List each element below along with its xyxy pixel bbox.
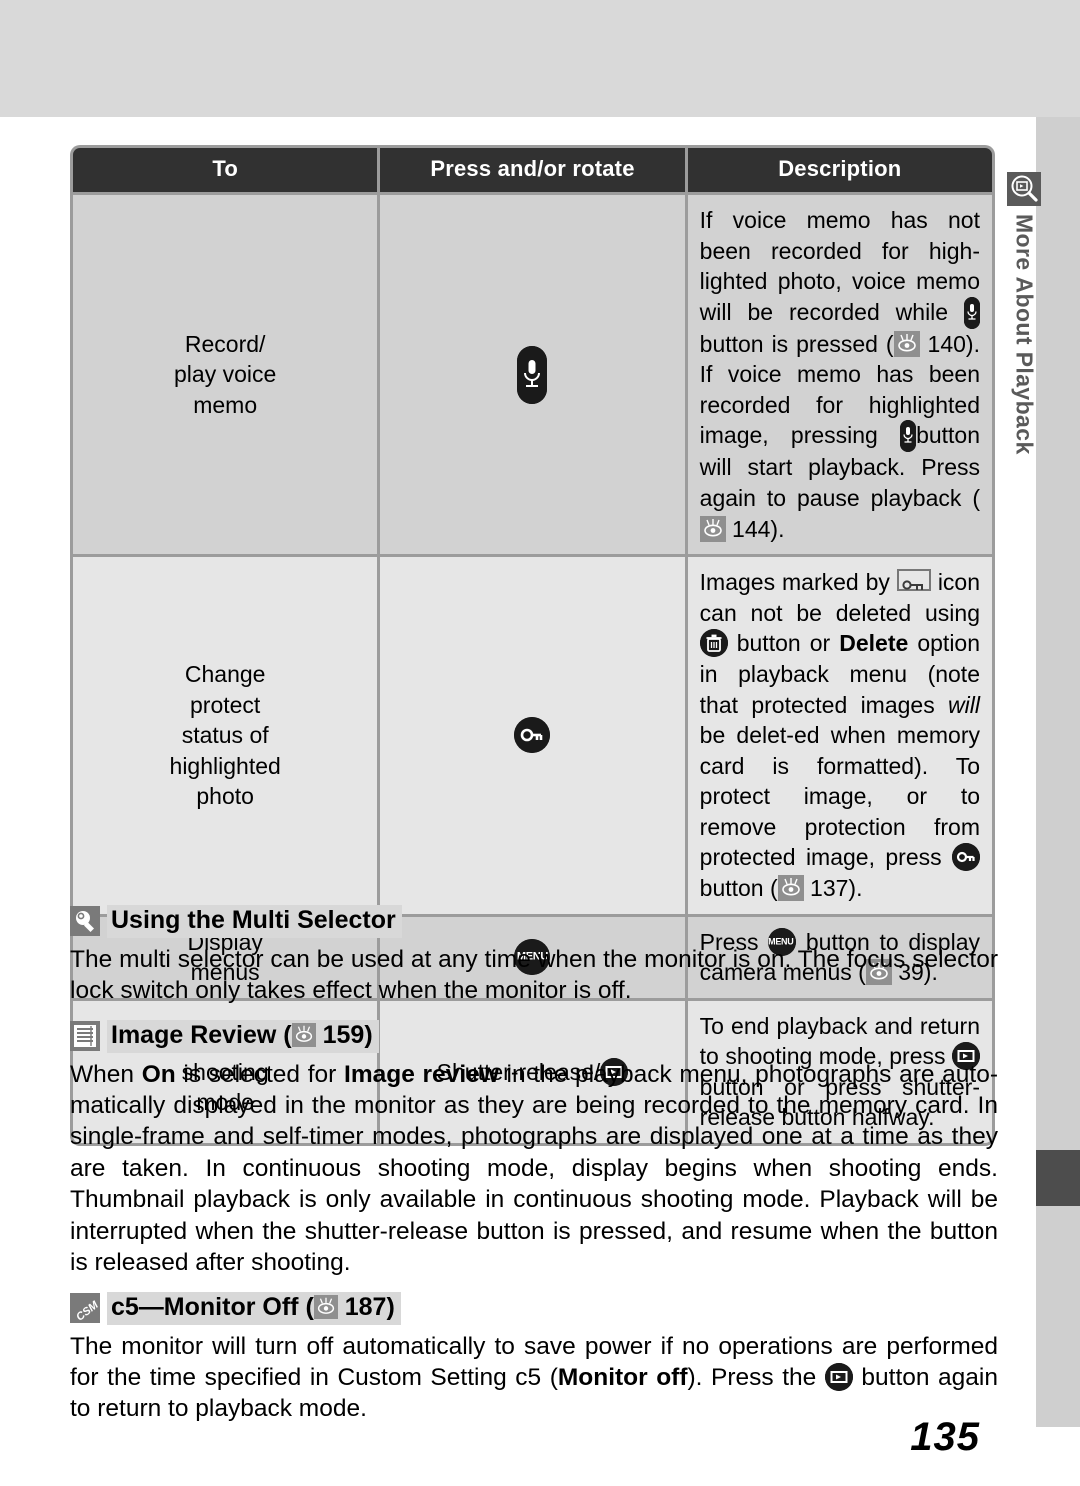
description-text: If voice memo has not been recorded for … <box>699 207 980 325</box>
page-reference-icon <box>893 330 920 357</box>
description-text: button ( <box>699 874 778 901</box>
section-side-title: More About Playback <box>1004 172 1044 572</box>
row-description-protect: Images marked by icon can not be deleted… <box>687 557 992 914</box>
row-label-record-voice-memo: Record/ play voice memo <box>73 195 378 555</box>
row-label-line: memo <box>193 391 258 418</box>
key-button-icon <box>952 843 980 872</box>
menu-list-icon <box>70 1021 100 1052</box>
table-header-row: To Press and/or rotate Description <box>73 148 992 192</box>
note-heading: Image Review ( 159) <box>70 1020 998 1053</box>
note-bold-image-review: Image review <box>344 1060 499 1088</box>
note-body: The monitor will turn off automatically … <box>70 1331 998 1425</box>
note-image-review: Image Review ( 159) When On is selected … <box>70 1020 998 1278</box>
table-row: Record/ play voice memo If voice memo ha… <box>73 195 992 555</box>
description-text: be delet-ed when memory card is formatte… <box>699 722 980 871</box>
page-reference-icon <box>699 515 726 542</box>
page-reference-icon <box>313 1295 338 1320</box>
column-header-to: To <box>73 148 378 192</box>
description-text: Images marked by <box>699 569 890 596</box>
row-label-line: protect <box>190 691 261 718</box>
page-edge-tab-marker <box>1036 1150 1080 1206</box>
row-control-key <box>380 557 685 914</box>
csm-icon: CSM <box>70 1293 101 1324</box>
description-text: button is pressed ( <box>699 330 894 357</box>
note-heading-label: c5—Monitor Off ( 187) <box>107 1292 401 1325</box>
note-heading-label: Image Review ( 159) <box>107 1020 379 1053</box>
note-title-text: Image Review <box>111 1021 277 1050</box>
note-text: in the playback menu, photographs are au… <box>70 1060 999 1276</box>
playback-button-icon <box>824 1363 853 1392</box>
section-side-title-label: More About Playback <box>1011 214 1038 455</box>
notes-section: Using the Multi Selector The multi selec… <box>70 905 998 1439</box>
row-label-line: status of <box>181 722 269 749</box>
row-label-line: Record/ <box>184 330 266 357</box>
note-c5-monitor-off: CSM c5—Monitor Off ( 187) The monitor wi… <box>70 1292 998 1425</box>
page-reference-icon <box>291 1023 316 1048</box>
page-number: 135 <box>910 1415 980 1459</box>
description-italic-will: will <box>948 691 980 718</box>
note-text: ). Press the <box>687 1364 825 1392</box>
row-label-line: Change <box>184 660 266 687</box>
description-text: button or <box>736 630 831 657</box>
note-body: When On is selected for Image review in … <box>70 1059 998 1279</box>
microphone-button-icon <box>517 345 548 404</box>
microphone-button-icon <box>964 296 980 329</box>
row-control-microphone <box>380 195 685 555</box>
description-text: 137). <box>803 874 863 901</box>
playback-magnifier-icon <box>1007 172 1041 206</box>
description-bold-delete: Delete <box>839 630 909 657</box>
page-reference-icon <box>777 874 804 901</box>
row-description-voice-memo: If voice memo has not been recorded for … <box>687 195 992 555</box>
note-heading-label: Using the Multi Selector <box>107 905 402 938</box>
page-top-band <box>0 0 1080 117</box>
note-heading: Using the Multi Selector <box>70 905 998 938</box>
column-header-press: Press and/or rotate <box>380 148 685 192</box>
note-ref-page: 187 <box>344 1293 387 1322</box>
note-heading: CSM c5—Monitor Off ( 187) <box>70 1292 998 1325</box>
note-body: The multi selector can be used at any ti… <box>70 945 998 1004</box>
protect-key-icon <box>896 569 931 592</box>
tip-lightbulb-icon <box>70 906 100 937</box>
row-label-line: photo <box>196 783 254 810</box>
microphone-button-icon <box>900 420 917 453</box>
note-using-multi-selector: Using the Multi Selector The multi selec… <box>70 905 998 1006</box>
note-text: When <box>70 1060 142 1088</box>
row-label-line: highlighted <box>169 752 281 779</box>
row-label-change-protect-status: Change protect status of highlighted pho… <box>73 557 378 914</box>
key-button-icon <box>514 717 551 754</box>
column-header-description: Description <box>687 148 992 192</box>
description-text: 144). <box>725 515 785 542</box>
trash-button-icon <box>699 629 728 658</box>
table-row: Change protect status of highlighted pho… <box>73 557 992 914</box>
note-title-text: c5—Monitor Off <box>111 1293 299 1322</box>
note-text: is selected for <box>175 1060 345 1088</box>
note-ref-page: 159 <box>322 1021 365 1050</box>
row-label-line: play voice <box>174 361 277 388</box>
note-bold-monitor-off: Monitor off <box>557 1364 688 1392</box>
note-bold-on: On <box>141 1060 176 1088</box>
